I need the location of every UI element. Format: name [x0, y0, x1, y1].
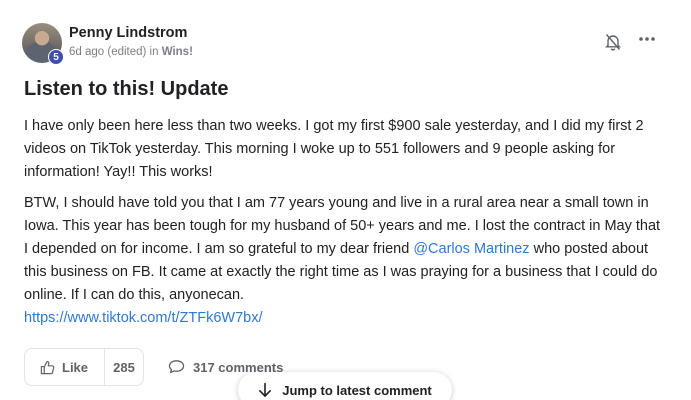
post-title: Listen to this! Update: [24, 78, 229, 100]
thumbs-up-icon: [40, 360, 55, 374]
post-paragraph-1: I have only been here less than two week…: [24, 118, 644, 180]
avatar-container[interactable]: 5: [22, 23, 64, 65]
jump-label: Jump to latest comment: [282, 382, 432, 398]
bell-off-icon[interactable]: [605, 33, 621, 51]
author-name[interactable]: Penny Lindstrom: [69, 25, 187, 41]
post-category[interactable]: Wins!: [162, 46, 193, 58]
post-meta: 6d ago (edited) in Wins!: [69, 46, 193, 58]
like-control: Like 285: [24, 348, 144, 386]
like-button[interactable]: Like: [25, 349, 105, 385]
more-horizontal-icon[interactable]: [637, 31, 657, 47]
level-badge: 5: [48, 49, 64, 65]
post-header: 5 Penny Lindstrom 6d ago (edited) in Win…: [22, 23, 672, 65]
comment-icon: [168, 360, 185, 374]
user-mention-link[interactable]: @Carlos Martinez: [413, 241, 529, 257]
like-label: Like: [62, 359, 89, 375]
post-timestamp: 6d ago (edited) in: [69, 46, 162, 58]
jump-to-latest-comment-button[interactable]: Jump to latest comment: [238, 372, 452, 400]
post-paragraph-2: BTW, I should have told you that I am 77…: [24, 192, 664, 330]
arrow-down-icon: [259, 382, 272, 397]
like-count[interactable]: 285: [105, 360, 143, 375]
tiktok-link[interactable]: https://www.tiktok.com/t/ZTFk6W7bx/: [24, 307, 664, 330]
